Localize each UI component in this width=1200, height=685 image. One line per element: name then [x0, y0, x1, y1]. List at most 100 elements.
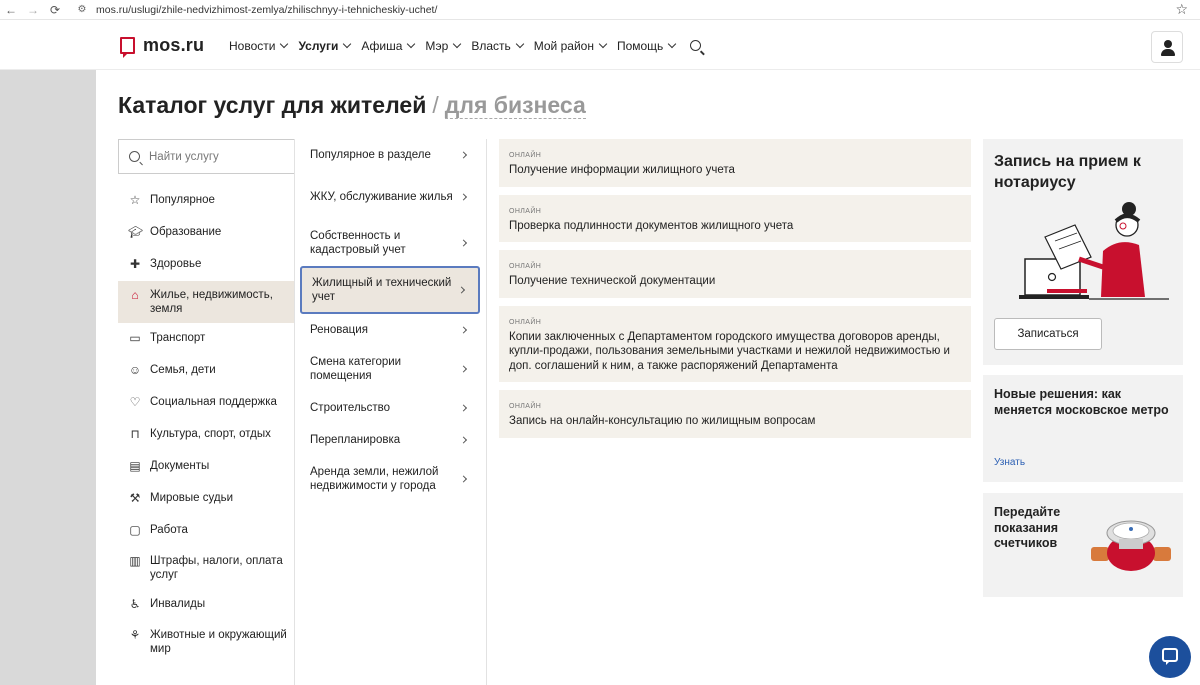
menu-label: Новости: [229, 39, 276, 53]
subcategory-item[interactable]: Реновация: [300, 315, 480, 345]
wheelchair-icon: ♿: [129, 597, 141, 611]
bookmark-star-icon[interactable]: ☆: [1175, 1, 1188, 18]
chevron-down-icon: [343, 39, 352, 49]
category-item-animals[interactable]: ⚘ Животные и окружающий мир: [118, 621, 294, 663]
service-name: Получение информации жилищного учета: [509, 164, 735, 176]
service-name: Запись на онлайн-консультацию по жилищны…: [509, 415, 816, 427]
category-item-documents[interactable]: ▤ Документы: [118, 451, 294, 483]
subcategory-label: Строительство: [310, 402, 391, 414]
learn-more-link[interactable]: Узнать: [994, 457, 1025, 468]
category-item-disabled[interactable]: ♿ Инвалиды: [118, 589, 294, 621]
service-card[interactable]: онлайн Проверка подлинности документов жи…: [499, 194, 971, 242]
menu-item-services[interactable]: Услуги: [298, 39, 352, 53]
browser-toolbar: ← → ⟳ ⚙ mos.ru/uslugi/zhile-nedvizhimost…: [0, 0, 1200, 20]
notary-promo-card[interactable]: Запись на прием к нотариусу Записаться: [983, 139, 1183, 365]
category-item-judges[interactable]: ⚒ Мировые судьи: [118, 483, 294, 515]
category-item-social-support[interactable]: ♡ Социальная поддержка: [118, 387, 294, 419]
health-cross-icon: ✚: [129, 257, 141, 271]
chevron-right-icon: [459, 151, 468, 159]
online-tag: онлайн: [509, 263, 542, 270]
category-label: Работа: [150, 524, 188, 536]
site-settings-icon[interactable]: ⚙: [74, 4, 90, 15]
family-icon: ☺: [128, 363, 142, 377]
category-item-work[interactable]: ▢ Работа: [118, 515, 294, 547]
star-icon: ☆: [129, 193, 141, 207]
promo-title: Новые решения: как меняется московское м…: [994, 387, 1169, 417]
menu-item-my-district[interactable]: Мой район: [533, 39, 608, 53]
menu-label: Афиша: [361, 39, 403, 53]
service-card[interactable]: онлайн Запись на онлайн-консультацию по ж…: [499, 390, 971, 438]
category-label: Культура, спорт, отдых: [150, 428, 271, 440]
subcategory-item[interactable]: Строительство: [300, 392, 480, 424]
back-arrow-icon[interactable]: ←: [0, 3, 22, 17]
category-label: Образование: [150, 226, 222, 238]
category-item-culture[interactable]: ⊓ Культура, спорт, отдых: [118, 419, 294, 451]
forward-arrow-icon[interactable]: →: [22, 3, 44, 17]
main-menu: Новости Услуги Афиша Мэр Власть Мой райо…: [229, 39, 686, 53]
menu-item-afisha[interactable]: Афиша: [361, 39, 416, 53]
subcategory-item[interactable]: Перепланировка: [300, 424, 480, 456]
service-name: Получение технической документации: [509, 275, 716, 287]
subcategory-item[interactable]: Собственность и кадастровый учет: [300, 220, 480, 265]
plant-icon: ⚘: [129, 628, 141, 642]
chevron-down-icon: [515, 39, 524, 49]
notary-illustration-icon: [1019, 202, 1169, 300]
category-item-popular[interactable]: ☆ Популярное: [118, 185, 294, 217]
chevron-down-icon: [280, 39, 289, 49]
logo[interactable]: mos.ru: [120, 35, 204, 58]
water-meter-icon: [1091, 520, 1171, 571]
service-search-input[interactable]: Найти услугу: [118, 139, 294, 174]
subcategory-label: Собственность и кадастровый учет: [310, 229, 406, 256]
menu-label: Мой район: [533, 39, 594, 53]
menu-item-news[interactable]: Новости: [229, 39, 289, 53]
category-item-family[interactable]: ☺ Семья, дети: [118, 355, 294, 387]
menu-label: Власть: [471, 39, 511, 53]
service-card[interactable]: онлайн Получение технической документации: [499, 250, 971, 298]
online-tag: онлайн: [509, 207, 542, 215]
category-label: Животные и окружающий мир: [150, 629, 287, 655]
subcategory-label: Жилищный и технический учет: [312, 277, 452, 303]
chevron-right-icon: [459, 192, 468, 201]
menu-item-mayor[interactable]: Мэр: [425, 39, 462, 53]
chat-button[interactable]: [1149, 636, 1191, 678]
service-card[interactable]: онлайн Получение информации жилищного уче…: [499, 139, 971, 187]
business-catalog-link[interactable]: для бизнеса: [444, 92, 586, 119]
search-icon[interactable]: [690, 40, 701, 51]
chevron-down-icon: [598, 39, 608, 49]
chevron-right-icon: [459, 326, 468, 334]
category-item-transport[interactable]: ▭ Транспорт: [118, 323, 294, 355]
bus-icon: ▭: [129, 331, 141, 345]
address-bar-url[interactable]: mos.ru/uslugi/zhile-nedvizhimost-zemlya/…: [96, 4, 437, 16]
reload-icon[interactable]: ⟳: [44, 3, 66, 17]
document-icon: ▤: [129, 459, 141, 473]
subcategory-item[interactable]: ЖКУ, обслуживание жилья: [300, 174, 480, 219]
meters-promo-card[interactable]: Передайте показания счетчиков: [983, 493, 1183, 597]
chevron-right-icon: [459, 475, 468, 483]
promo-title: Передайте показания счетчиков: [994, 505, 1061, 550]
subcategory-item[interactable]: Популярное в разделе: [300, 139, 480, 171]
category-item-education[interactable]: 🎓︎ Образование: [118, 217, 294, 249]
menu-item-help[interactable]: Помощь: [617, 39, 677, 53]
category-item-health[interactable]: ✚ Здоровье: [118, 249, 294, 281]
subcategory-item[interactable]: Аренда земли, нежилой недвижимости у гор…: [300, 456, 480, 502]
service-name: Копии заключенных с Департаментом городс…: [509, 330, 950, 372]
subcategory-item[interactable]: Смена категории помещения: [300, 346, 480, 392]
notary-signup-button[interactable]: Записаться: [994, 318, 1102, 350]
subcategory-label: ЖКУ, обслуживание жилья: [310, 190, 453, 203]
category-label: Транспорт: [150, 332, 206, 344]
category-item-housing[interactable]: ⌂ Жилье, недвижимость, земля: [118, 281, 294, 323]
menu-item-government[interactable]: Власть: [471, 39, 524, 53]
service-card[interactable]: онлайн Копии заключенных с Департаментом …: [499, 305, 971, 382]
category-item-fines[interactable]: ▥ Штрафы, налоги, оплата услуг: [118, 547, 294, 589]
online-tag: онлайн: [509, 318, 542, 326]
category-label: Документы: [150, 460, 210, 472]
chevron-right-icon: [459, 404, 468, 412]
logo-mark-icon: [120, 37, 135, 58]
user-profile-button[interactable]: [1151, 31, 1183, 63]
column-divider: [294, 139, 295, 685]
menu-label: Мэр: [425, 39, 449, 53]
category-label: Популярное: [150, 194, 215, 206]
chevron-right-icon: [459, 238, 468, 247]
subcategory-item-active[interactable]: Жилищный и технический учет: [300, 266, 480, 314]
metro-promo-card[interactable]: Новые решения: как меняется московское м…: [983, 375, 1183, 482]
